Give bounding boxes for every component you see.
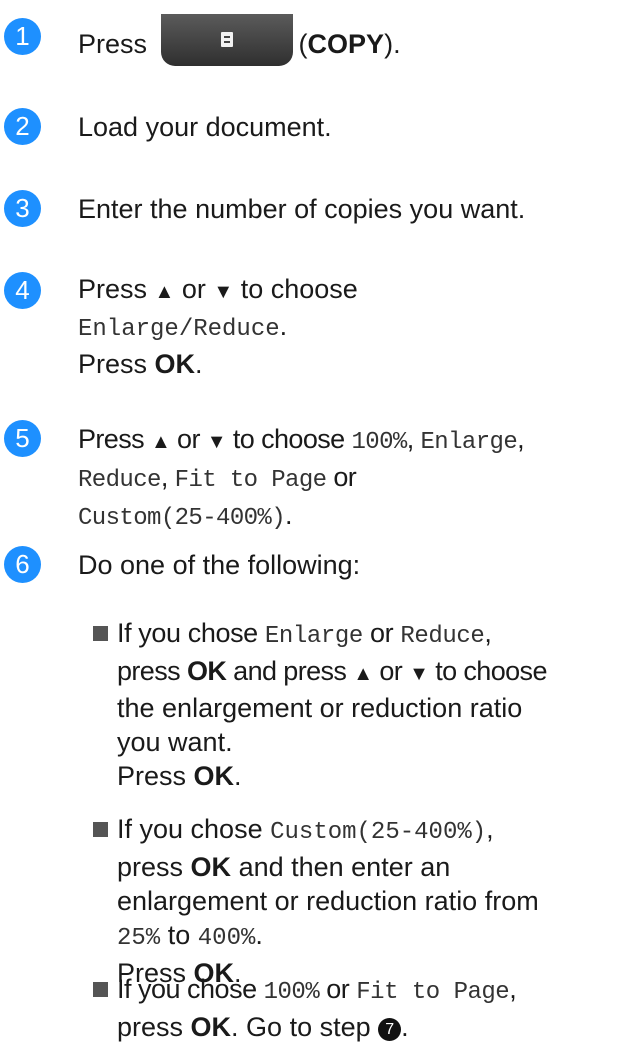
down-arrow-icon: ▼	[213, 281, 234, 303]
step-number-badge: 6	[4, 546, 41, 583]
step-number-badge: 4	[4, 272, 41, 309]
up-arrow-icon: ▲	[150, 431, 171, 453]
step-number-badge: 1	[4, 18, 41, 55]
step-number-badge: 2	[4, 108, 41, 145]
copy-button[interactable]	[160, 14, 293, 66]
step-text: Load your document.	[78, 112, 332, 142]
bullet-square-icon	[93, 822, 108, 837]
step-text: Enter the number of copies you want.	[78, 194, 526, 224]
up-arrow-icon: ▲	[154, 281, 175, 303]
list-item: If you chose 100% or Fit to Page, press …	[93, 972, 617, 1044]
document-icon	[220, 32, 233, 47]
step-number-badge: 3	[4, 190, 41, 227]
up-arrow-icon: ▲	[353, 663, 373, 685]
list-item: If you chose Custom(25-400%), press OK a…	[93, 812, 617, 990]
ok-label: OK	[154, 349, 196, 379]
menu-option: Enlarge/Reduce	[78, 316, 280, 343]
step-text: Press ▲ or ▼ to choose Enlarge/Reduce. P…	[78, 274, 358, 379]
step-text: Press ▲ or ▼ to choose 100%, Enlarge, Re…	[78, 424, 525, 532]
down-arrow-icon: ▼	[206, 431, 227, 453]
bullet-square-icon	[93, 982, 108, 997]
step-text: Do one of the following:	[78, 550, 361, 580]
step-number-badge: 5	[4, 420, 41, 457]
step-text: Press (COPY).	[78, 14, 618, 72]
step-reference-badge: 7	[378, 1018, 402, 1041]
copy-label: COPY	[307, 29, 385, 60]
down-arrow-icon: ▼	[409, 663, 429, 685]
list-item: If you chose Enlarge or Reduce, press OK…	[93, 616, 617, 793]
bullet-square-icon	[93, 626, 108, 641]
